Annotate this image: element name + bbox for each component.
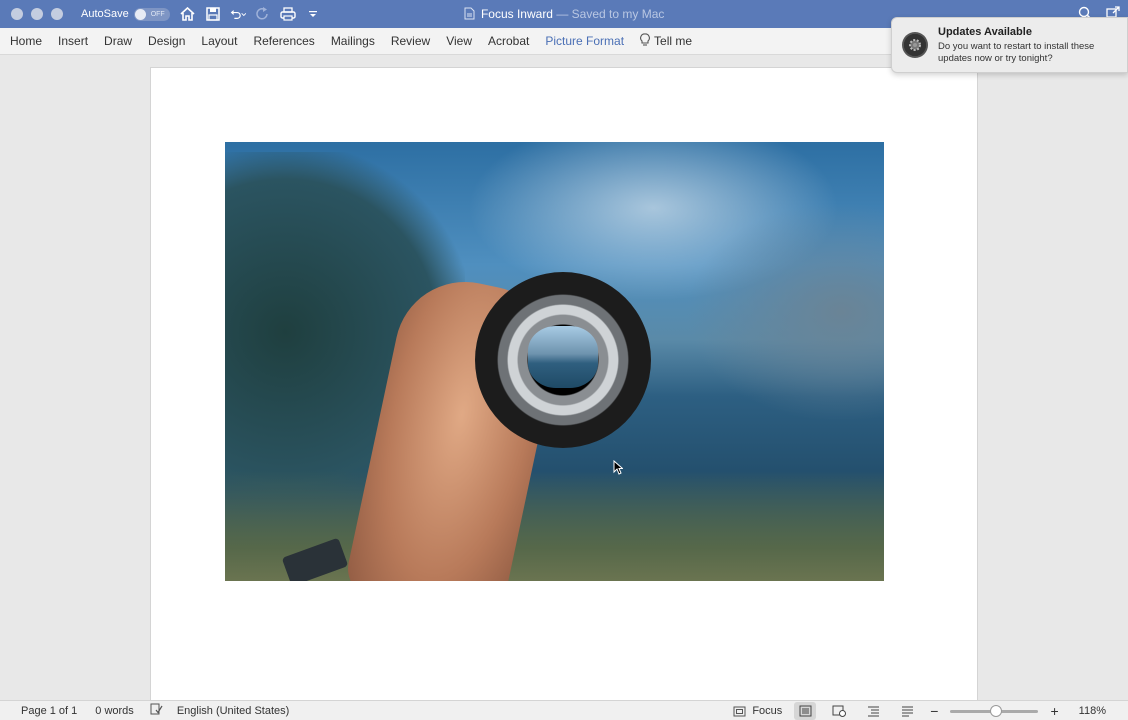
tab-mailings[interactable]: Mailings <box>331 34 375 48</box>
page-count[interactable]: Page 1 of 1 <box>21 705 77 717</box>
close-window-button[interactable] <box>11 8 23 20</box>
notification-title: Updates Available <box>938 26 1032 38</box>
outline-icon <box>867 706 879 717</box>
autosave-label: AutoSave <box>81 8 129 20</box>
customize-toolbar-icon[interactable] <box>305 6 321 22</box>
print-icon[interactable] <box>280 6 296 22</box>
focus-mode-button[interactable]: Focus <box>733 705 782 717</box>
home-icon[interactable] <box>180 6 196 22</box>
zoom-out-button[interactable]: − <box>930 703 938 719</box>
document-name: Focus Inward <box>480 7 553 21</box>
window-controls <box>11 8 63 20</box>
zoom-window-button[interactable] <box>51 8 63 20</box>
notification-body: Do you want to restart to install these … <box>938 41 1095 64</box>
print-layout-icon <box>799 705 812 717</box>
system-preferences-gear-icon <box>902 32 928 58</box>
undo-icon[interactable] <box>230 6 246 22</box>
autosave-toggle[interactable]: OFF <box>133 7 170 21</box>
document-icon <box>464 2 475 30</box>
tab-review[interactable]: Review <box>391 34 430 48</box>
draft-view-button[interactable] <box>896 702 918 720</box>
autosave-control: AutoSave OFF <box>81 7 170 21</box>
focus-label: Focus <box>752 705 783 717</box>
inserted-picture[interactable] <box>225 142 884 581</box>
redo-icon[interactable] <box>255 6 271 22</box>
tab-layout[interactable]: Layout <box>201 34 237 48</box>
status-bar: Page 1 of 1 0 words English (United Stat… <box>0 700 1128 720</box>
lightbulb-icon <box>640 32 650 50</box>
tab-view[interactable]: View <box>446 34 472 48</box>
save-icon[interactable] <box>205 6 221 22</box>
tab-draw[interactable]: Draw <box>104 34 132 48</box>
language-indicator[interactable]: English (United States) <box>177 705 290 717</box>
zoom-in-button[interactable]: + <box>1050 703 1058 719</box>
outline-view-button[interactable] <box>862 702 884 720</box>
minimize-window-button[interactable] <box>31 8 43 20</box>
tab-home[interactable]: Home <box>10 34 42 48</box>
print-layout-view-button[interactable] <box>794 702 817 720</box>
tab-acrobat[interactable]: Acrobat <box>488 34 529 48</box>
word-count[interactable]: 0 words <box>95 705 134 717</box>
status-bar-right: Focus − + 118% <box>733 701 1106 720</box>
updates-notification[interactable]: Updates Available Do you want to restart… <box>891 17 1128 73</box>
tell-me-search[interactable]: Tell me <box>640 32 693 50</box>
autosave-state: OFF <box>150 10 165 18</box>
tab-references[interactable]: References <box>253 34 314 48</box>
document-page[interactable] <box>150 67 978 700</box>
tab-insert[interactable]: Insert <box>58 34 88 48</box>
web-layout-view-button[interactable] <box>828 702 850 720</box>
zoom-level[interactable]: 118% <box>1079 705 1106 717</box>
tell-me-label: Tell me <box>654 34 693 48</box>
tab-picture-format[interactable]: Picture Format <box>545 34 624 48</box>
focus-icon <box>733 706 746 716</box>
proofing-icon[interactable] <box>150 703 163 718</box>
photo-lens-view <box>528 326 598 388</box>
save-status: — Saved to my Mac <box>556 7 665 21</box>
zoom-slider[interactable] <box>950 704 1039 717</box>
web-layout-icon <box>832 705 847 717</box>
draft-icon <box>901 706 913 717</box>
notification-content: Updates Available Do you want to restart… <box>938 26 1117 64</box>
document-canvas[interactable] <box>0 56 1128 700</box>
zoom-slider-knob[interactable] <box>990 704 1003 717</box>
tab-design[interactable]: Design <box>148 34 185 48</box>
photo-mountain-right <box>685 202 884 422</box>
mouse-cursor-icon <box>613 460 623 475</box>
quick-access-toolbar <box>180 6 321 22</box>
